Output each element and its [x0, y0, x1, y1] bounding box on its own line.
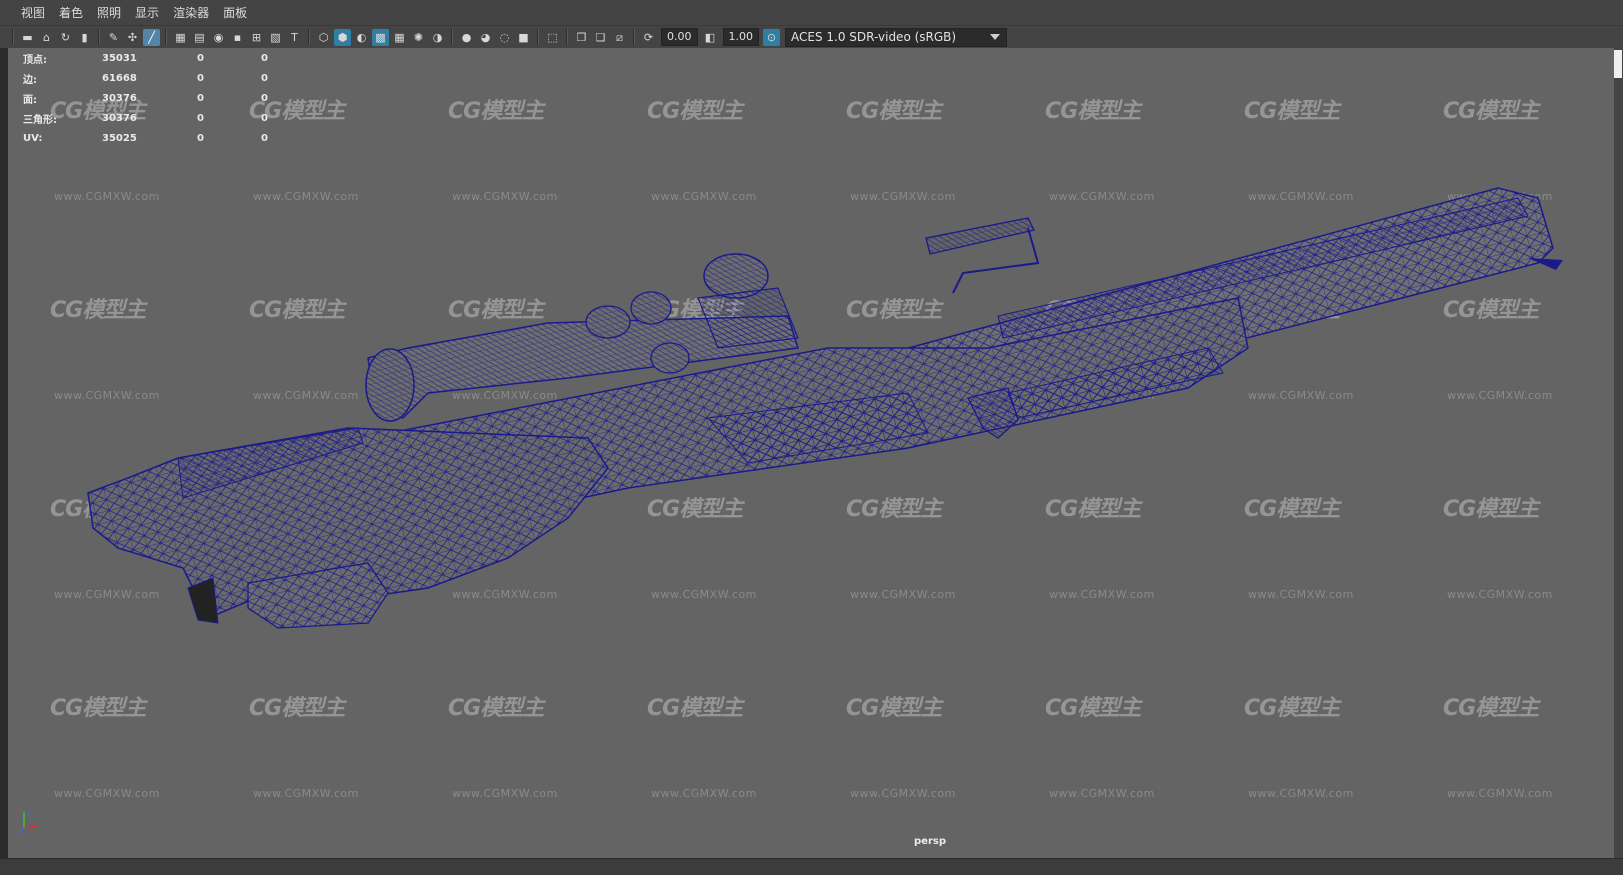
color-space-value: ACES 1.0 SDR-video (sRGB) [791, 30, 957, 44]
panel-tab-handle[interactable] [1614, 50, 1622, 78]
menu-shading[interactable]: 着色 [52, 0, 90, 26]
textured-icon[interactable]: ▩ [372, 28, 389, 46]
xray-active-icon[interactable]: ⧄ [611, 29, 628, 46]
wireframe-on-shaded-icon[interactable]: ◐ [353, 29, 370, 46]
hud-label: 顶点: [23, 54, 47, 66]
camera-icon[interactable]: ▬ [19, 29, 36, 46]
camera-attr-icon[interactable]: ⌂ [38, 29, 55, 46]
checker-icon[interactable]: ▦ [391, 29, 408, 46]
grease-pencil-icon[interactable]: ✎ [105, 29, 122, 46]
toolbar-separator [537, 29, 539, 45]
motion-blur-icon[interactable]: ◕ [477, 29, 494, 46]
hud-value: 0 [197, 52, 204, 64]
hud-value: 0 [261, 132, 268, 144]
color-space-dropdown[interactable]: ACES 1.0 SDR-video (sRGB) [785, 27, 1007, 47]
hud-value: 0 [261, 72, 268, 84]
hud-value: 0 [261, 52, 268, 64]
hud-value: 0 [197, 132, 204, 144]
menu-renderer[interactable]: 渲染器 [166, 0, 216, 26]
hud-row-vertices: 顶点: 35031 0 0 [22, 48, 301, 68]
menu-bar: 视图 着色 照明 显示 渲染器 面板 [0, 0, 1623, 26]
paint-icon[interactable]: ╱ [143, 28, 160, 46]
rifle-wireframe-model[interactable] [8, 48, 1614, 858]
toolbar-separator [165, 29, 167, 45]
hud-value: 0 [261, 92, 268, 104]
toolbar-separator [98, 29, 100, 45]
anti-alias-icon[interactable]: ◌ [496, 29, 513, 46]
toolbar-separator [308, 29, 310, 45]
menu-panels[interactable]: 面板 [216, 0, 254, 26]
hud-value: 35025 [102, 132, 137, 144]
hud-value: 30376 [102, 92, 137, 104]
hud-row-faces: 面: 30376 0 0 [22, 88, 301, 108]
safe-action-icon[interactable]: ⊞ [248, 29, 265, 46]
depth-of-field-icon[interactable]: ■ [515, 29, 532, 46]
shadows-icon[interactable]: ◑ [429, 29, 446, 46]
bottom-bar [0, 858, 1623, 875]
xray-icon[interactable]: ❐ [573, 29, 590, 46]
menu-show[interactable]: 显示 [128, 0, 166, 26]
hud-value: 0 [197, 112, 204, 124]
bookmark-icon[interactable]: ↻ [57, 29, 74, 46]
hud-label: 面: [23, 94, 37, 106]
hud-label: 边: [23, 74, 37, 86]
viewport-persp[interactable]: CG模型主 www.CGMXW.com CG模型主 www.CGMXW.com CG模型… [8, 48, 1614, 858]
xray-joints-icon[interactable]: ❏ [592, 29, 609, 46]
viewport-right-border [1614, 48, 1623, 858]
chevron-down-icon [990, 34, 1000, 40]
toolbar-separator [451, 29, 453, 45]
safe-title-icon[interactable]: ▧ [267, 29, 284, 46]
hud-row-edges: 边: 61668 0 0 [22, 68, 301, 88]
wireframe-icon[interactable]: ⬡ [315, 29, 332, 46]
panel-toolbar: ▬ ⌂ ↻ ▮ ✎ ✣ ╱ ▦ ▤ ◉ ▪ ⊞ ▧ T ⬡ ⬢ ◐ ▩ ▦ ✺ … [0, 26, 1623, 48]
isolate-select-icon[interactable]: ⬚ [544, 29, 561, 46]
toolbar-separator [566, 29, 568, 45]
text-icon[interactable]: T [286, 29, 303, 46]
axis-gizmo-icon: z [18, 809, 39, 835]
exposure-field[interactable]: 0.00 [661, 28, 698, 46]
image-plane-icon[interactable]: ▮ [76, 29, 93, 46]
field-chart-icon[interactable]: ▪ [229, 29, 246, 46]
hud-label: UV: [23, 132, 43, 144]
resolution-gate-icon[interactable]: ▤ [191, 29, 208, 46]
camera-name-label: persp [914, 836, 946, 847]
pivot-icon[interactable]: ✣ [124, 29, 141, 46]
gamma-field[interactable]: 1.00 [722, 28, 759, 46]
toolbar-separator [12, 29, 14, 45]
hud-value: 61668 [102, 72, 137, 84]
smooth-shade-icon[interactable]: ⬢ [334, 28, 351, 46]
grid-icon[interactable]: ▦ [172, 29, 189, 46]
toolbar-separator [633, 29, 635, 45]
hud-value: 30376 [102, 112, 137, 124]
hud-value: 0 [261, 112, 268, 124]
color-mgmt-icon[interactable]: ⊙ [763, 28, 780, 46]
exposure-icon[interactable]: ⟳ [640, 29, 657, 46]
menu-lighting[interactable]: 照明 [90, 0, 128, 26]
use-lights-icon[interactable]: ✺ [410, 29, 427, 46]
svg-text:z: z [27, 809, 31, 817]
poly-count-hud: 顶点: 35031 0 0 边: 61668 0 0 面: 30376 0 0 … [22, 48, 301, 148]
hud-value: 0 [197, 72, 204, 84]
hud-value: 0 [197, 92, 204, 104]
hud-value: 35031 [102, 52, 137, 64]
ambient-occlusion-icon[interactable]: ● [458, 29, 475, 46]
gamma-icon[interactable]: ◧ [702, 29, 719, 46]
menu-view[interactable]: 视图 [14, 0, 52, 26]
hud-label: 三角形: [23, 114, 57, 126]
hud-row-uvs: UV: 35025 0 0 [22, 128, 301, 148]
hud-row-triangles: 三角形: 30376 0 0 [22, 108, 301, 128]
gate-mask-icon[interactable]: ◉ [210, 29, 227, 46]
